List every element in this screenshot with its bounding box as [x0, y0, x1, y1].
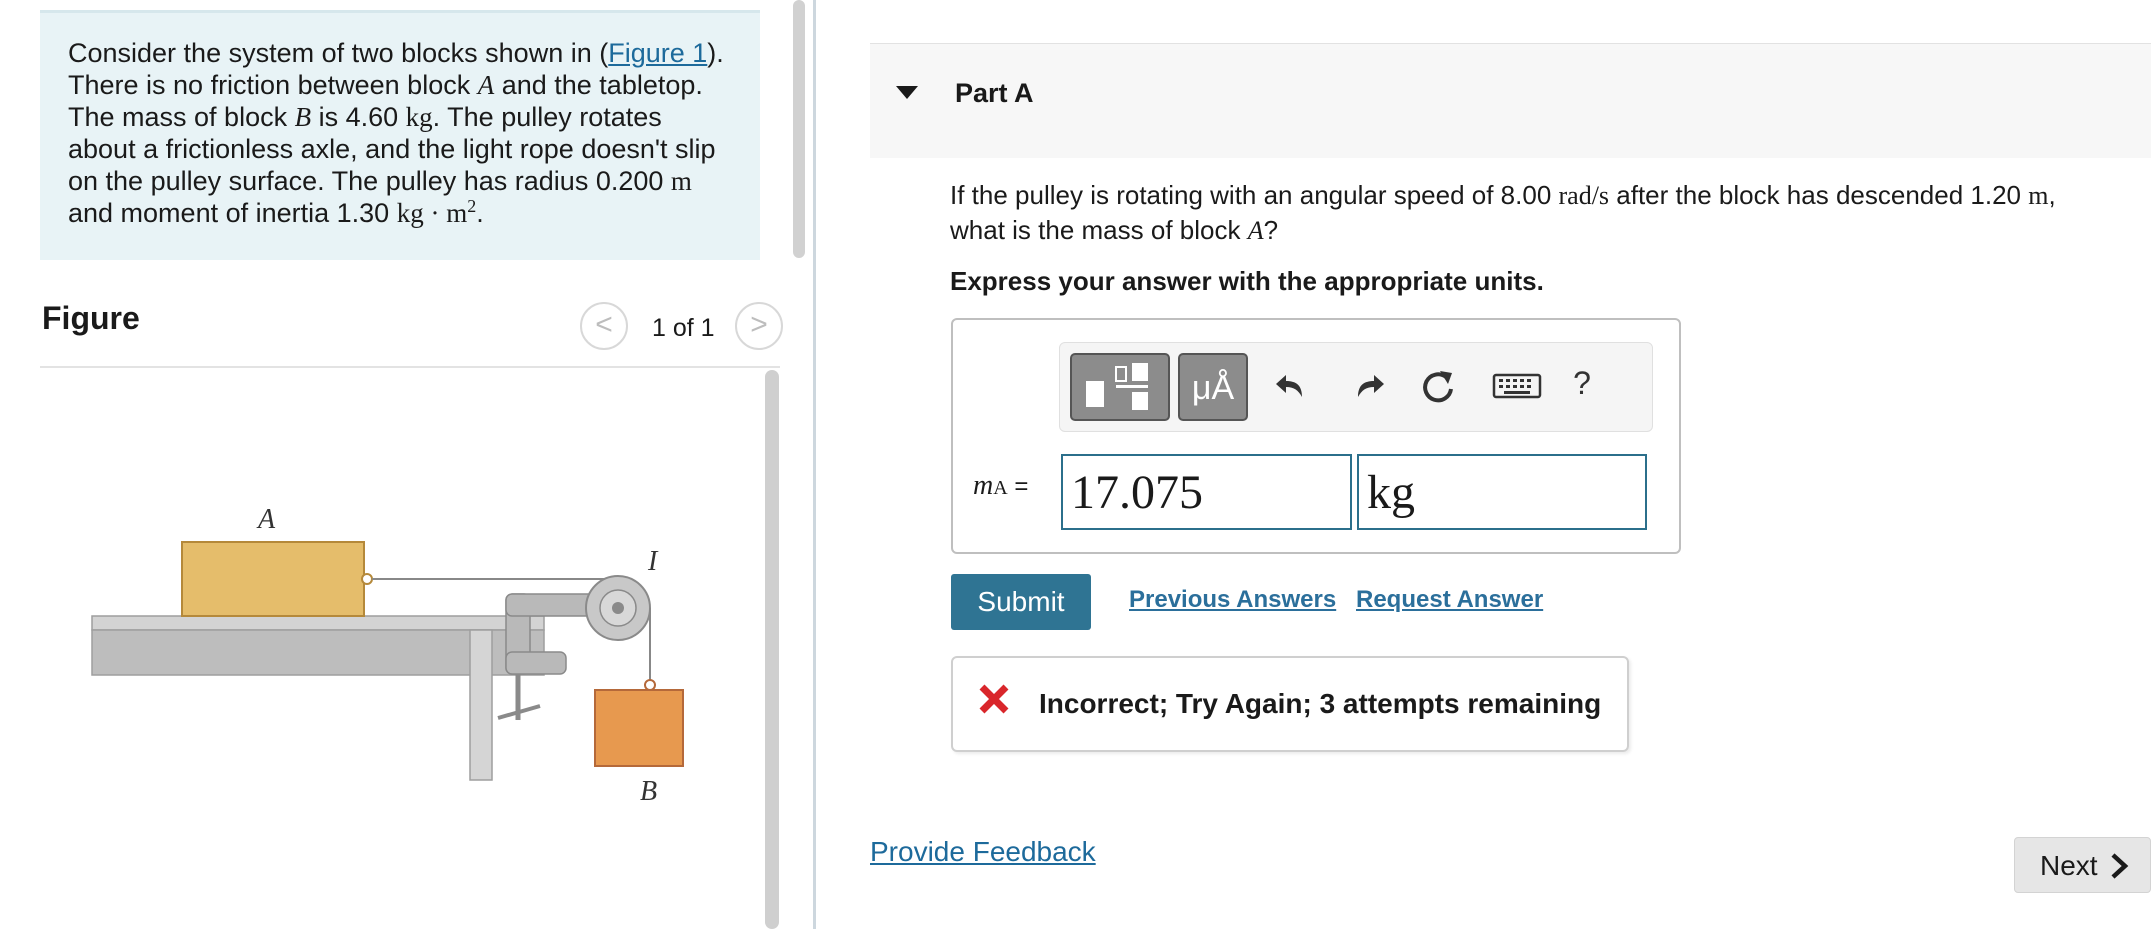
question-part-1: If the pulley is rotating with an angula… — [950, 180, 1559, 210]
unit-m: m — [670, 166, 692, 196]
submit-button[interactable]: Submit — [951, 574, 1091, 630]
pulley-axle — [612, 602, 624, 614]
figure-link[interactable]: Figure 1 — [608, 38, 707, 68]
answer-equals: = — [1007, 473, 1029, 500]
label-block-a: A — [256, 504, 276, 535]
templates-icon — [1086, 363, 1148, 410]
unit-kgm: kg · m — [396, 198, 468, 228]
table-leg — [469, 629, 493, 781]
answer-label: mA = — [973, 470, 1028, 502]
problem-text-4: is 4.60 — [311, 102, 406, 132]
units-icon: μÅ — [1191, 369, 1235, 407]
pulley-diagram: A I B — [91, 504, 684, 807]
tabletop — [91, 615, 545, 631]
label-pulley-inertia: I — [647, 546, 659, 577]
problem-text-1: Consider the system of two blocks shown … — [68, 38, 609, 68]
answer-variable: m — [973, 470, 994, 501]
question-part-2: after the block has descended 1.20 — [1609, 180, 2029, 210]
redo-icon[interactable] — [1348, 363, 1388, 407]
block-a — [181, 541, 365, 617]
figure-title: Figure — [42, 300, 140, 336]
problem-text-6: and moment of inertia 1.30 — [68, 198, 397, 228]
label-block-b: B — [640, 776, 657, 807]
chevron-left-icon: < — [595, 308, 613, 341]
caret-down-icon[interactable] — [896, 86, 918, 99]
previous-answers-link[interactable]: Previous Answers — [1129, 586, 1336, 614]
answer-instructions: Express your answer with the appropriate… — [950, 266, 1544, 296]
answer-box: μÅ ? mA = — [951, 318, 1681, 554]
figure-counter: 1 of 1 — [652, 314, 715, 342]
problem-text-7: . — [476, 198, 484, 228]
problem-statement: Consider the system of two blocks shown … — [40, 10, 760, 260]
math-toolbar: μÅ ? — [1059, 342, 1653, 432]
next-button[interactable]: Next — [2014, 837, 2151, 893]
feedback-message-box: Incorrect; Try Again; 3 attempts remaini… — [951, 656, 1629, 752]
unit-kg: kg — [405, 102, 433, 132]
incorrect-x-icon — [979, 684, 1009, 714]
help-icon[interactable]: ? — [1562, 365, 1602, 409]
reset-icon[interactable] — [1418, 363, 1458, 407]
block-symbol: A — [1247, 216, 1264, 245]
next-label: Next — [2040, 850, 2098, 881]
unit-exponent: 2 — [467, 196, 477, 216]
chevron-right-icon: > — [750, 308, 768, 341]
figure-header: Figure < 1 of 1 > — [40, 290, 783, 368]
keyboard-icon[interactable] — [1490, 363, 1544, 407]
figure-prev-button[interactable]: < — [580, 302, 628, 350]
figure-scrollbar[interactable] — [765, 370, 779, 929]
figure-next-button[interactable]: > — [735, 302, 783, 350]
problem-scrollbar[interactable] — [793, 0, 805, 258]
block-a-symbol: A — [477, 70, 495, 100]
answer-unit-input[interactable] — [1357, 454, 1647, 530]
question-part-4: ? — [1263, 215, 1279, 245]
question-text: If the pulley is rotating with an angula… — [950, 178, 2110, 248]
part-title: Part A — [955, 78, 1034, 108]
answer-value-input[interactable] — [1061, 454, 1352, 530]
answer-subscript: A — [993, 477, 1008, 499]
figure-image: A I B — [40, 370, 760, 929]
units-button[interactable]: μÅ — [1178, 353, 1248, 421]
unit-rad-per-s: rad/s — [1558, 181, 1610, 210]
part-a-header[interactable]: Part A — [870, 43, 2151, 158]
unit-m: m — [2028, 181, 2049, 210]
request-answer-link[interactable]: Request Answer — [1356, 586, 1543, 614]
column-divider[interactable] — [813, 0, 816, 929]
block-b-symbol: B — [294, 102, 312, 132]
block-a-hook — [361, 573, 373, 585]
clamp-bottom — [505, 651, 567, 675]
provide-feedback-link[interactable]: Provide Feedback — [870, 836, 1096, 868]
block-b-hook — [644, 679, 656, 691]
block-b — [594, 689, 684, 767]
chevron-right-icon — [2111, 853, 2129, 879]
undo-icon[interactable] — [1272, 363, 1312, 407]
feedback-text: Incorrect; Try Again; 3 attempts remaini… — [1039, 688, 1602, 719]
templates-button[interactable] — [1070, 353, 1170, 421]
